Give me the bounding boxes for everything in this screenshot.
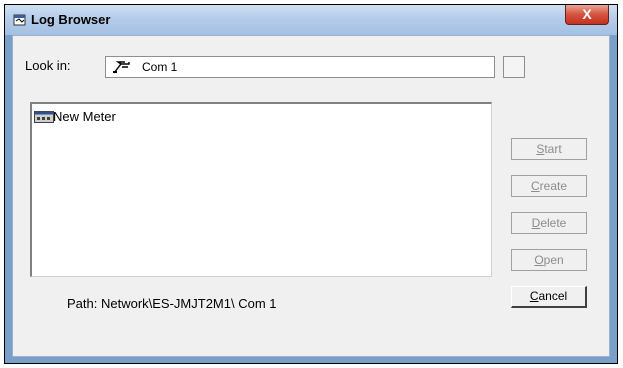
path-text: Path: Network\ES-JMJT2M1\ Com 1 — [67, 296, 277, 311]
log-browser-icon — [13, 14, 26, 26]
look-in-combo[interactable]: Com 1 — [105, 56, 495, 78]
port-icon — [113, 61, 130, 74]
dialog-body: Look in: Com 1 New Meter Start Create De… — [12, 35, 610, 357]
create-label: reate — [539, 179, 568, 193]
open-label: pen — [543, 253, 564, 267]
delete-button[interactable]: Delete — [511, 212, 587, 234]
start-button[interactable]: Start — [511, 138, 587, 160]
create-accel: C — [530, 179, 540, 193]
open-accel: O — [534, 253, 544, 267]
log-browser-window: Log Browser X Look in: Com 1 New Meter S… — [4, 4, 618, 364]
cancel-label: ancel — [538, 289, 568, 303]
look-in-label: Look in: — [25, 58, 71, 73]
browse-button[interactable] — [503, 56, 525, 78]
cancel-button[interactable]: Cancel — [511, 286, 587, 308]
create-button[interactable]: Create — [511, 175, 587, 197]
look-in-value: Com 1 — [142, 60, 178, 74]
close-button[interactable]: X — [565, 5, 609, 25]
title-bar[interactable]: Log Browser X — [5, 5, 617, 35]
meter-icon — [34, 111, 54, 123]
list-item-label: New Meter — [53, 109, 116, 124]
delete-accel: D — [531, 216, 541, 230]
window-title: Log Browser — [31, 12, 111, 27]
log-list[interactable]: New Meter — [30, 102, 492, 277]
start-label: tart — [544, 142, 562, 156]
open-button[interactable]: Open — [511, 249, 587, 271]
delete-label: elete — [540, 216, 567, 230]
